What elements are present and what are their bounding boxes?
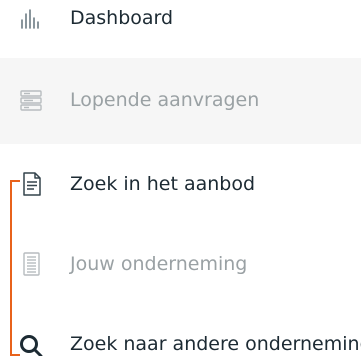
sidebar-nav: Dashboard Lopende aanvragen Zoek in het … [0, 0, 361, 356]
accent-connector-line [10, 180, 12, 356]
nav-item-zoek-naar-andere-onderneming-label: Zoek naar andere onderneming [70, 333, 361, 355]
nav-item-zoek-in-het-aanbod-label: Zoek in het aanbod [70, 173, 256, 195]
search-icon [17, 332, 45, 356]
nav-item-zoek-naar-andere-onderneming[interactable]: Zoek naar andere onderneming [0, 304, 361, 356]
nav-item-zoek-in-het-aanbod[interactable]: Zoek in het aanbod [0, 144, 361, 224]
nav-item-lopende-aanvragen-label: Lopende aanvragen [70, 89, 260, 111]
nav-item-jouw-onderneming[interactable]: Jouw onderneming [0, 224, 361, 304]
bar-chart-icon [17, 4, 45, 32]
nav-item-jouw-onderneming-label: Jouw onderneming [70, 253, 248, 275]
nav-item-dashboard-label: Dashboard [70, 7, 174, 29]
requests-list-icon [17, 86, 45, 114]
document-icon [17, 170, 45, 198]
nav-item-lopende-aanvragen[interactable]: Lopende aanvragen [0, 58, 361, 144]
accent-connector-tick-top [10, 180, 20, 182]
company-document-icon [17, 250, 45, 278]
